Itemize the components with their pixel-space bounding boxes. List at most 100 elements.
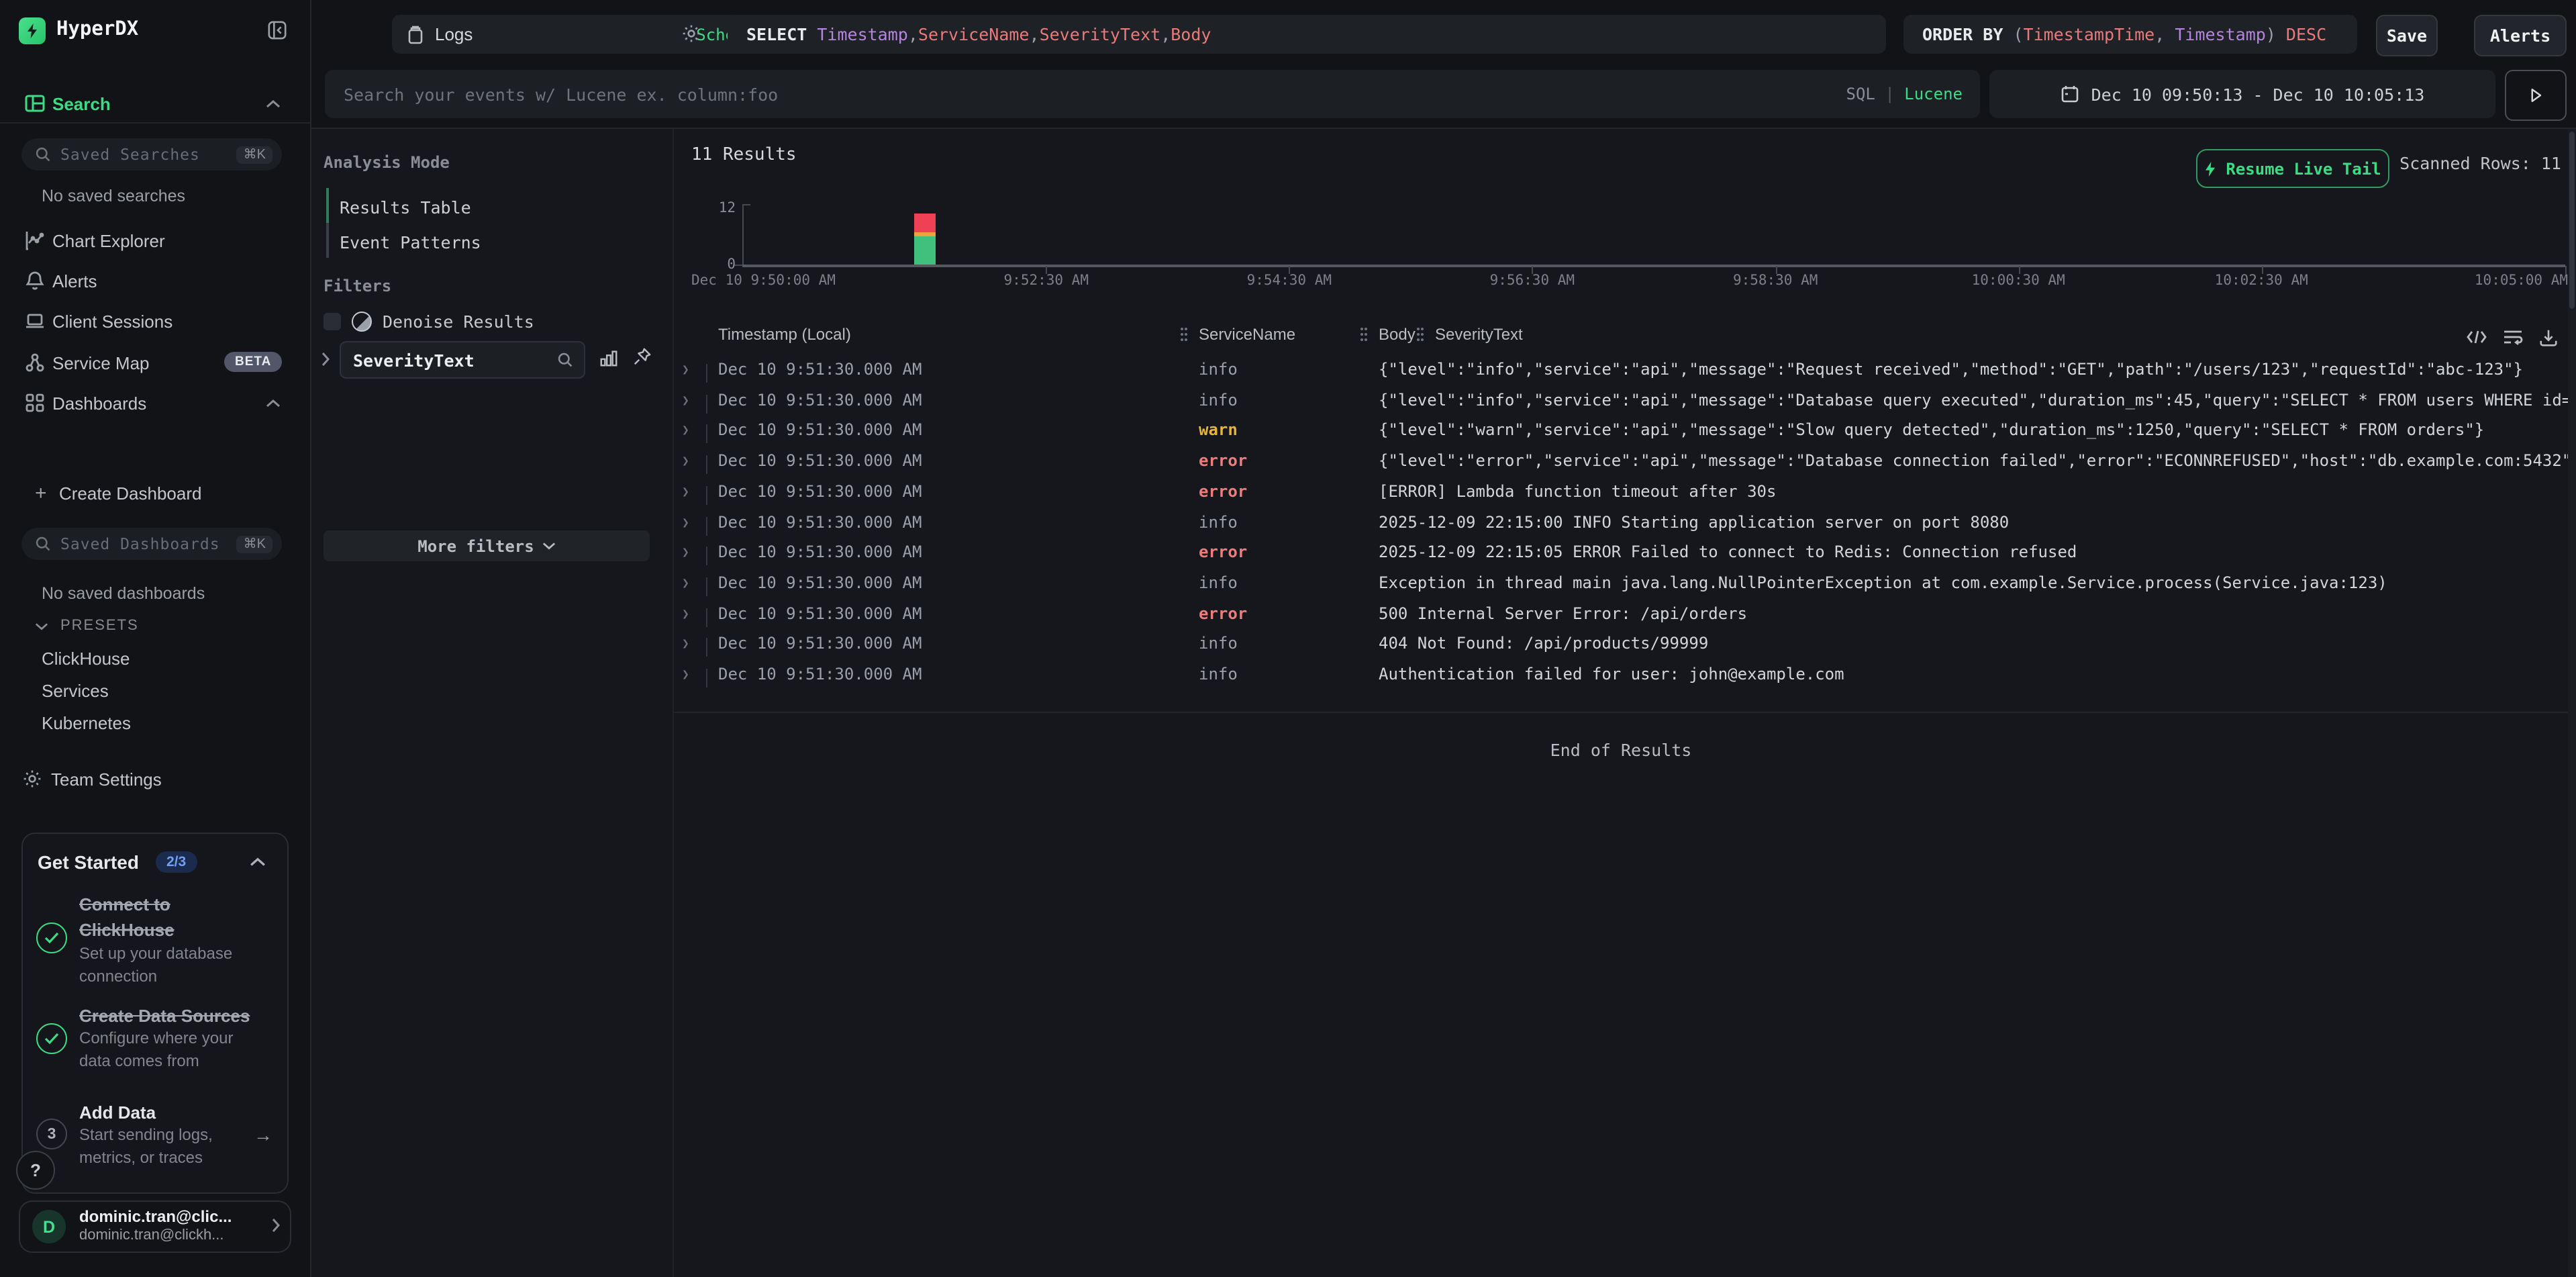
filters-label: Filters [324, 277, 391, 295]
column-drag-handle-icon[interactable] [1179, 326, 1189, 342]
query-token: , [1160, 24, 1171, 44]
sidebar-collapse-icon[interactable] [267, 20, 287, 40]
cell-severity: error [1199, 451, 1247, 470]
gs-item-desc: Set up your databaseconnection [79, 943, 232, 988]
get-started-card: Get Started 2/3 Connect toClickHouse Set… [21, 833, 289, 1194]
code-view-icon[interactable] [2466, 328, 2487, 346]
cell-severity: info [1199, 360, 1238, 379]
check-circle-icon [36, 1023, 67, 1054]
presets-toggle[interactable]: PRESETS [35, 618, 139, 634]
histogram-bar-info[interactable] [914, 236, 936, 265]
row-expand-chevron-icon[interactable]: ❯ [682, 394, 689, 408]
sidebar-item-alerts[interactable]: Alerts [0, 263, 310, 298]
row-expand-chevron-icon[interactable]: ❯ [682, 638, 689, 652]
row-expand-chevron-icon[interactable]: ❯ [682, 486, 689, 500]
column-header-body[interactable]: Body [1379, 325, 1416, 344]
help-button[interactable]: ? [16, 1151, 55, 1190]
denoise-checkbox[interactable] [324, 313, 341, 330]
table-row[interactable]: ❯Dec 10 9:51:30.000 AMerror2025-12-09 22… [674, 542, 2576, 572]
table-row[interactable]: ❯Dec 10 9:51:30.000 AMinfoAuthentication… [674, 665, 2576, 694]
wrap-text-icon[interactable] [2502, 328, 2524, 346]
preset-services[interactable]: Services [42, 681, 109, 701]
cell-body: {"level":"warn","service":"api","message… [1379, 421, 2568, 440]
row-expand-chevron-icon[interactable]: ❯ [682, 669, 689, 682]
chevron-expand-icon[interactable] [321, 352, 330, 367]
table-row[interactable]: ❯Dec 10 9:51:30.000 AMinfo404 Not Found:… [674, 634, 2576, 664]
check-circle-icon [36, 923, 67, 953]
sidebar-item-chart-explorer[interactable]: Chart Explorer [0, 223, 310, 258]
sidebar-item-team-settings[interactable]: Team Settings [0, 761, 310, 796]
table-row[interactable]: ❯Dec 10 9:51:30.000 AMerror500 Internal … [674, 604, 2576, 633]
time-range-picker[interactable]: Dec 10 09:50:13 - Dec 10 10:05:13 [1989, 70, 2495, 118]
download-icon[interactable] [2538, 328, 2559, 348]
gs-item-title[interactable]: Create Data Sources [79, 1003, 250, 1029]
row-expand-chevron-icon[interactable]: ❯ [682, 547, 689, 560]
row-divider [706, 364, 707, 383]
search-input[interactable]: Search your events w/ Lucene ex. column:… [325, 70, 1980, 118]
column-header-timestamp[interactable]: Timestamp (Local) [718, 325, 851, 344]
column-drag-handle-icon[interactable] [1415, 326, 1426, 342]
sidebar-item-client-sessions[interactable]: Client Sessions [0, 303, 310, 338]
table-row[interactable]: ❯Dec 10 9:51:30.000 AMinfoException in t… [674, 573, 2576, 603]
mode-results-table[interactable]: Results Table [340, 197, 471, 218]
row-expand-chevron-icon[interactable]: ❯ [682, 425, 689, 438]
sidebar-item-dashboards[interactable]: Dashboards [0, 385, 310, 420]
histogram-bar-error[interactable] [914, 213, 936, 232]
search-icon [35, 146, 51, 162]
preset-clickhouse[interactable]: ClickHouse [42, 649, 130, 669]
pin-icon[interactable] [632, 346, 652, 367]
table-row[interactable]: ❯Dec 10 9:51:30.000 AMinfo{"level":"info… [674, 360, 2576, 389]
gs-item-title[interactable]: Add Data [79, 1100, 156, 1125]
histogram-bar-warn[interactable] [914, 232, 936, 236]
mode-event-patterns[interactable]: Event Patterns [340, 232, 481, 252]
order-by-input[interactable]: ORDER BY (TimestampTime, Timestamp) DESC [1903, 15, 2357, 54]
saved-searches-input[interactable]: Saved Searches ⌘K [21, 138, 282, 171]
gs-item-title[interactable]: Connect toClickHouse [79, 892, 175, 943]
save-button[interactable]: Save [2376, 15, 2438, 56]
table-row[interactable]: ❯Dec 10 9:51:30.000 AMerror[ERROR] Lambd… [674, 482, 2576, 512]
column-header-severitytext[interactable]: SeverityText [1435, 325, 1523, 344]
mode-indicator [326, 223, 329, 258]
sidebar-item-search[interactable]: Search [0, 86, 310, 121]
row-expand-chevron-icon[interactable]: ❯ [682, 608, 689, 621]
plus-icon: + [35, 481, 47, 504]
mode-sql-label[interactable]: SQL [1846, 85, 1875, 103]
filters-panel: Analysis Mode Results Table Event Patter… [310, 129, 674, 1277]
shortcut-kbd: ⌘K [237, 535, 273, 553]
scrollbar-thumb[interactable] [2569, 132, 2575, 309]
user-profile-card[interactable]: D dominic.tran@clic... dominic.tran@clic… [19, 1200, 291, 1253]
arrow-right-icon[interactable]: → [254, 1124, 273, 1145]
table-row[interactable]: ❯Dec 10 9:51:30.000 AMwarn{"level":"warn… [674, 421, 2576, 451]
x-tick-label: 10:02:30 AM [2215, 273, 2308, 289]
preset-kubernetes[interactable]: Kubernetes [42, 713, 131, 733]
bar-chart-icon[interactable] [599, 348, 619, 368]
alerts-button[interactable]: Alerts [2474, 15, 2567, 56]
row-expand-chevron-icon[interactable]: ❯ [682, 364, 689, 377]
select-query-input[interactable]: SELECT Timestamp,ServiceName,SeverityTex… [728, 15, 1886, 54]
denoise-label[interactable]: Denoise Results [383, 312, 534, 332]
more-filters-button[interactable]: More filters [324, 530, 650, 561]
row-expand-chevron-icon[interactable]: ❯ [682, 577, 689, 591]
mode-lucene-label[interactable]: Lucene [1904, 85, 1963, 103]
create-dashboard-button[interactable]: + Create Dashboard [0, 475, 310, 510]
table-row[interactable]: ❯Dec 10 9:51:30.000 AMinfo2025-12-09 22:… [674, 512, 2576, 542]
sidebar-item-service-map[interactable]: Service Map BETA [0, 345, 310, 380]
cell-timestamp: Dec 10 9:51:30.000 AM [718, 421, 922, 440]
row-divider [706, 547, 707, 565]
table-row[interactable]: ❯Dec 10 9:51:30.000 AMinfo{"level":"info… [674, 390, 2576, 420]
source-settings-gear-icon[interactable] [681, 23, 702, 44]
column-drag-handle-icon[interactable] [1358, 326, 1369, 342]
column-header-servicename[interactable]: ServiceName [1199, 325, 1295, 344]
row-expand-chevron-icon[interactable]: ❯ [682, 455, 689, 469]
run-query-button[interactable] [2505, 70, 2567, 121]
severity-filter-search[interactable]: SeverityText [340, 341, 585, 379]
user-email: dominic.tran@clickh... [79, 1227, 224, 1243]
table-row[interactable]: ❯Dec 10 9:51:30.000 AMerror{"level":"err… [674, 451, 2576, 481]
saved-dashboards-input[interactable]: Saved Dashboards ⌘K [21, 528, 282, 560]
row-expand-chevron-icon[interactable]: ❯ [682, 516, 689, 530]
chevron-up-icon[interactable] [250, 857, 266, 867]
row-divider [706, 394, 707, 413]
shortcut-kbd: ⌘K [237, 146, 273, 163]
query-token: Timestamp [2175, 24, 2265, 44]
query-language-toggle[interactable]: SQL | Lucene [1846, 85, 1963, 103]
